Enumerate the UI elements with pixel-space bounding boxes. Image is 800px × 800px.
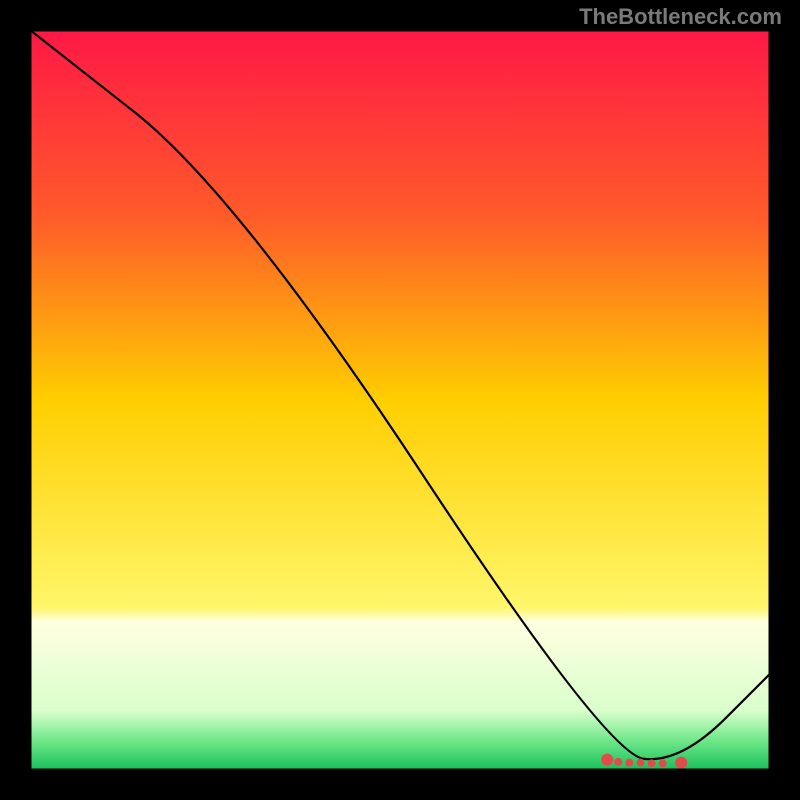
optimal-marker [601, 754, 613, 766]
chart-container: TheBottleneck.com [0, 0, 800, 800]
watermark-text: TheBottleneck.com [579, 4, 782, 30]
optimal-marker [614, 758, 622, 766]
optimal-marker [625, 759, 633, 767]
optimal-marker [648, 759, 656, 767]
bottleneck-chart [0, 0, 800, 800]
optimal-marker [637, 759, 645, 767]
plot-background [30, 30, 770, 770]
optimal-marker [659, 759, 667, 767]
optimal-marker [675, 757, 687, 769]
